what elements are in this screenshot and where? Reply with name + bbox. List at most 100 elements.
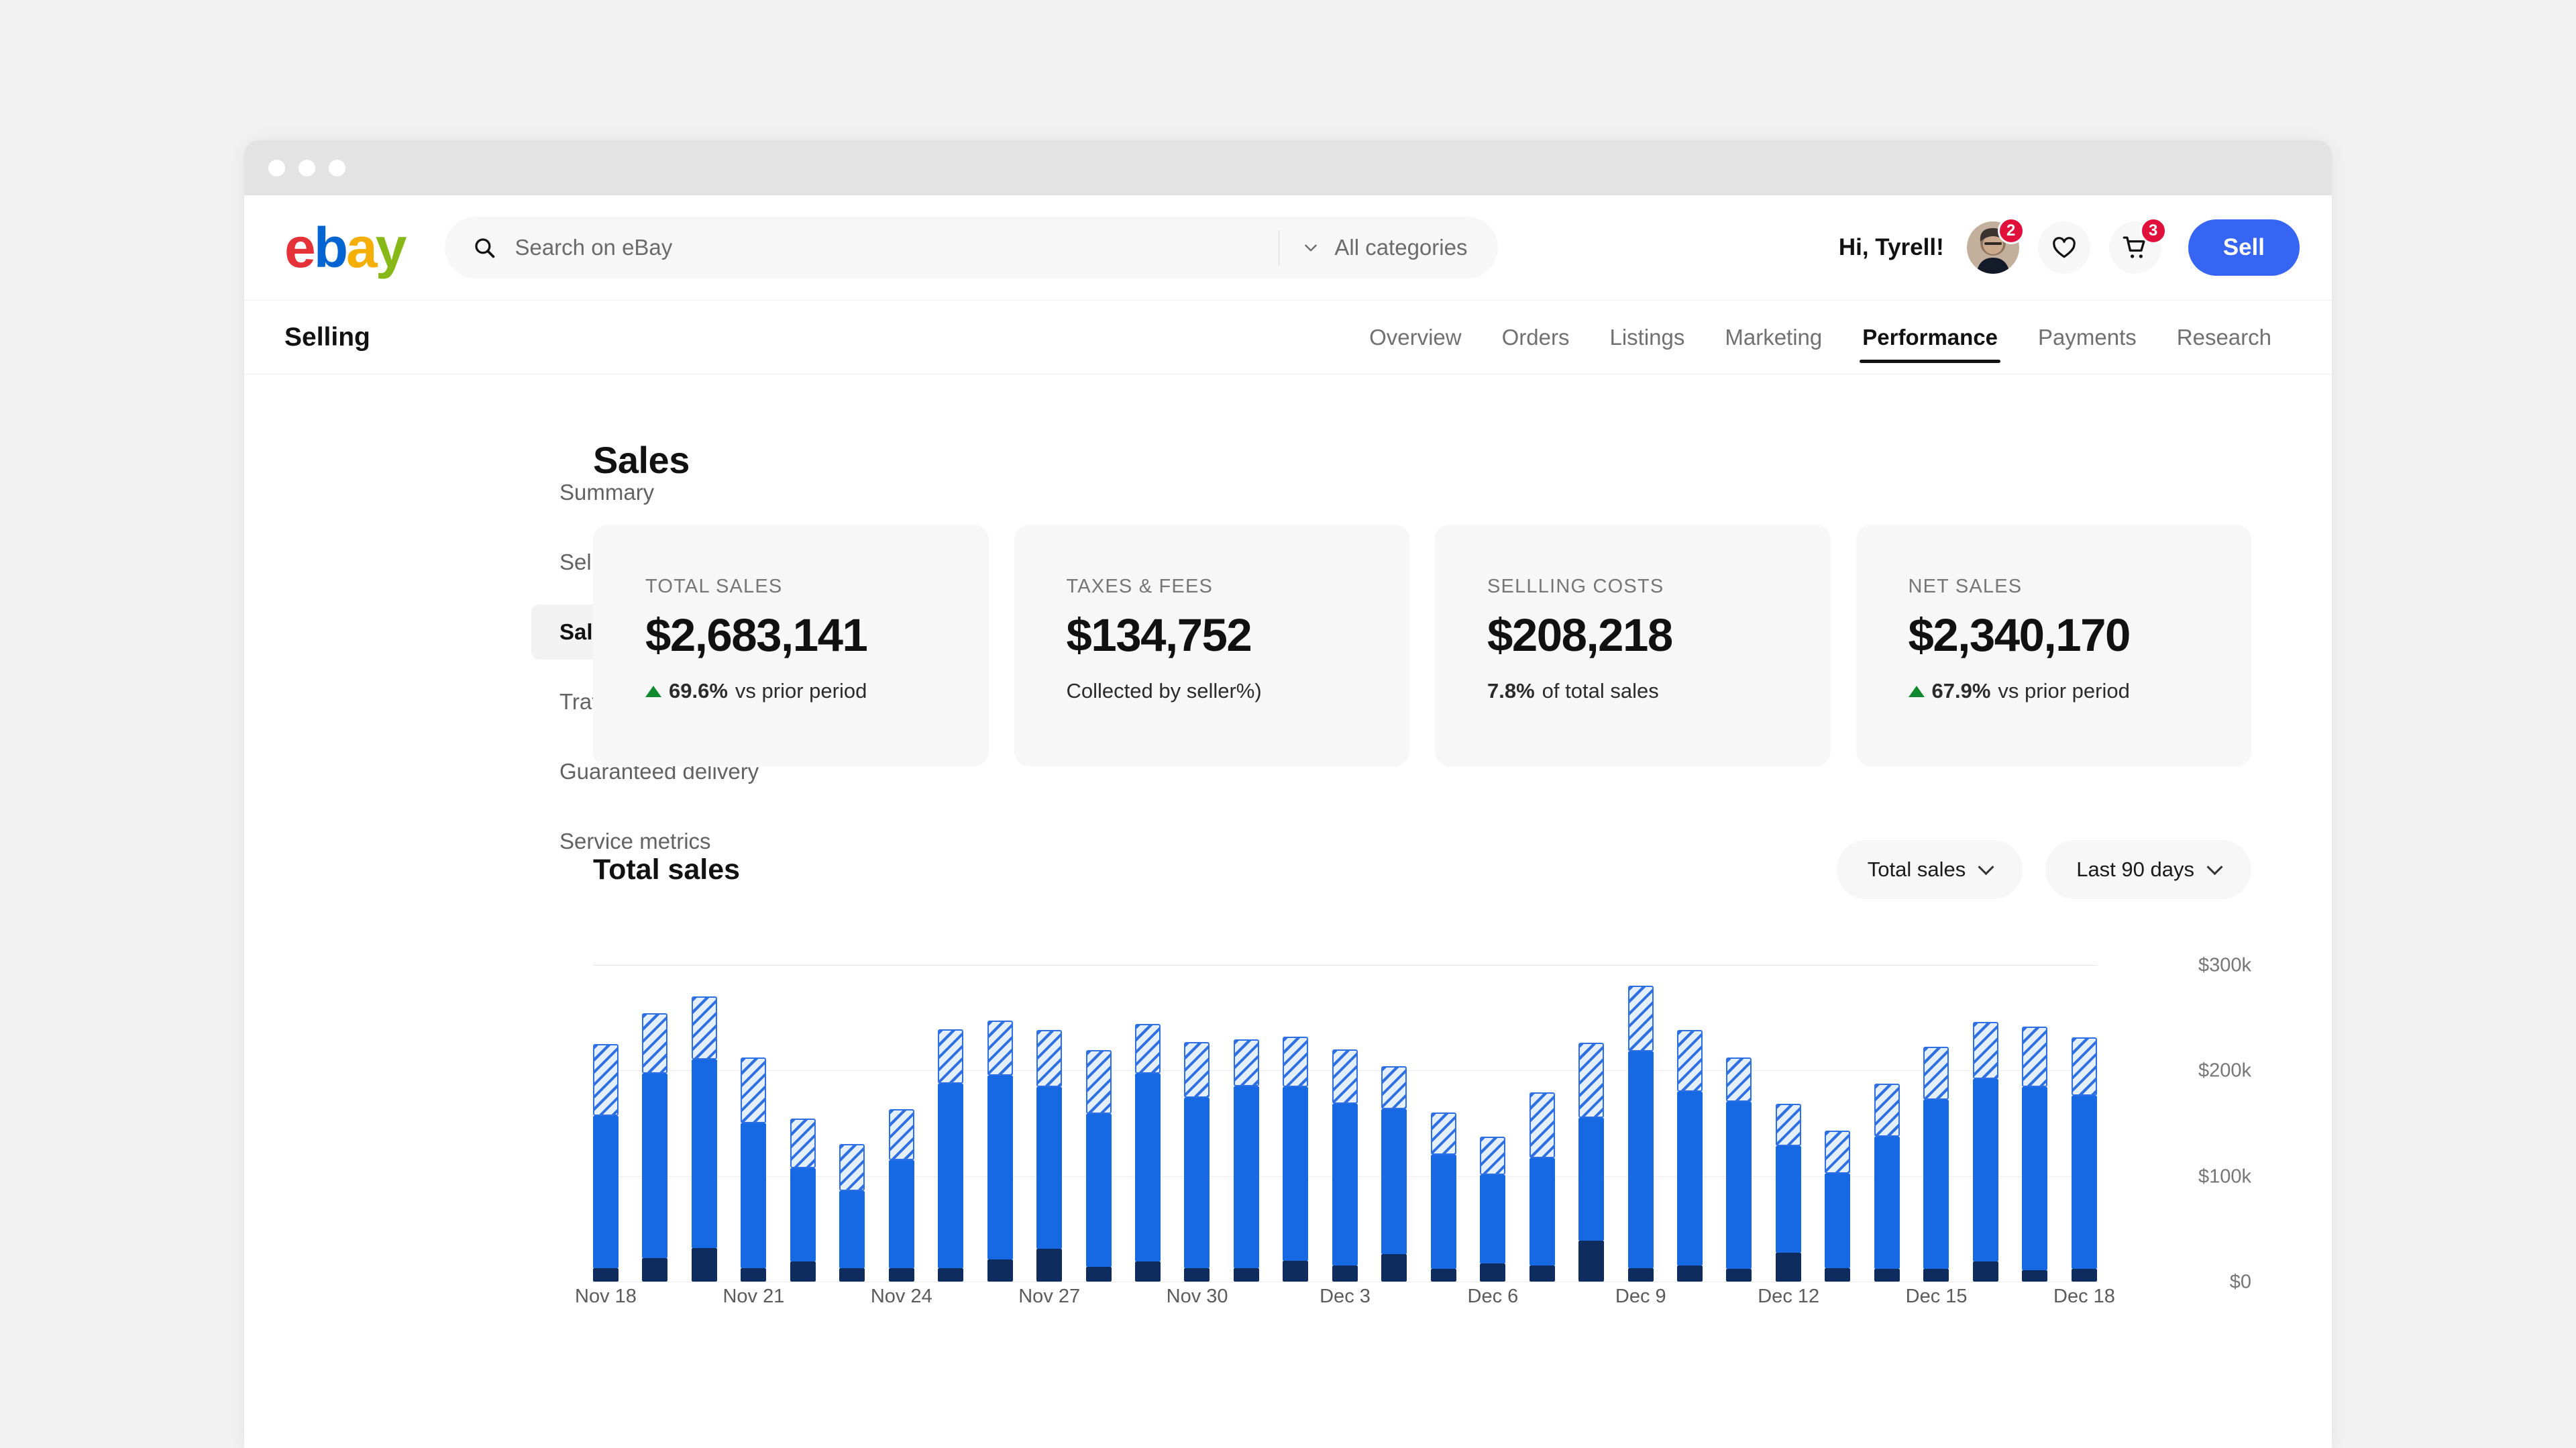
bar-segment-projected <box>1381 1066 1407 1110</box>
cart-badge: 3 <box>2140 217 2167 244</box>
chart-bar[interactable] <box>1923 1047 1949 1282</box>
bar-segment-base <box>889 1268 914 1282</box>
chart-bar[interactable] <box>1283 1037 1308 1282</box>
chart-bar[interactable] <box>642 1013 667 1282</box>
sales-bar-chart[interactable]: $0$100k$200k$300k Nov 18Nov 21Nov 24Nov … <box>593 943 2251 1319</box>
bar-segment-mid <box>1973 1079 1998 1261</box>
chart-bar[interactable] <box>2072 1037 2097 1282</box>
watchlist-button[interactable] <box>2038 221 2090 274</box>
bar-segment-mid <box>692 1059 717 1247</box>
card-total-sales[interactable]: TOTAL SALES $2,683,141 69.6% vs prior pe… <box>593 525 989 766</box>
category-dropdown[interactable]: All categories <box>1279 235 1498 260</box>
bar-segment-projected <box>790 1119 816 1168</box>
bar-segment-base <box>1086 1267 1112 1282</box>
tab-payments[interactable]: Payments <box>2018 301 2157 374</box>
chart-bar[interactable] <box>1825 1131 1850 1282</box>
chart-bar[interactable] <box>1431 1113 1456 1282</box>
chart-bar[interactable] <box>1086 1050 1112 1282</box>
tab-research[interactable]: Research <box>2157 301 2292 374</box>
x-axis-label: Dec 12 <box>1758 1286 1819 1308</box>
card-value: $134,752 <box>1067 609 1410 662</box>
sell-button[interactable]: Sell <box>2188 219 2300 276</box>
window-close-button[interactable] <box>268 160 285 176</box>
chart-bar[interactable] <box>790 1119 816 1282</box>
category-label: All categories <box>1334 235 1467 260</box>
date-range-dropdown[interactable]: Last 90 days <box>2045 840 2251 899</box>
window-minimize-button[interactable] <box>299 160 315 176</box>
bar-segment-mid <box>1677 1092 1703 1266</box>
chart-bar[interactable] <box>1480 1137 1505 1282</box>
chart-bar[interactable] <box>1135 1024 1161 1282</box>
bar-segment-mid <box>1628 1051 1654 1268</box>
ebay-logo[interactable]: e b a y <box>284 215 405 280</box>
tab-orders[interactable]: Orders <box>1482 301 1590 374</box>
y-axis-label: $0 <box>2230 1272 2251 1294</box>
bar-segment-base <box>1234 1268 1259 1282</box>
bar-segment-mid <box>1923 1100 1949 1269</box>
chart-bar[interactable] <box>1973 1022 1998 1282</box>
x-axis-label: Dec 9 <box>1615 1286 1666 1308</box>
chart-bar[interactable] <box>1628 986 1654 1282</box>
chart-bar[interactable] <box>593 1044 619 1282</box>
card-label: NET SALES <box>1909 576 2252 598</box>
bar-segment-base <box>790 1261 816 1282</box>
card-taxes-fees[interactable]: TAXES & FEES $134,752 Collected by selle… <box>1014 525 1410 766</box>
chart-bar[interactable] <box>1726 1057 1752 1282</box>
chart-bar[interactable] <box>1529 1092 1555 1282</box>
date-range-label: Last 90 days <box>2076 858 2194 882</box>
bar-segment-base <box>1431 1269 1456 1282</box>
bar-segment-projected <box>1184 1042 1210 1098</box>
chart-bar[interactable] <box>741 1057 766 1282</box>
bar-segment-projected <box>1776 1104 1801 1146</box>
bar-segment-mid <box>1381 1109 1407 1254</box>
card-selling-costs[interactable]: SELLLING COSTS $208,218 7.8% of total sa… <box>1435 525 1831 766</box>
chart-bar[interactable] <box>1776 1104 1801 1282</box>
chart-bar[interactable] <box>1874 1084 1900 1282</box>
chart-bar[interactable] <box>1381 1066 1407 1282</box>
card-subtext: 7.8% of total sales <box>1487 679 1831 703</box>
logo-letter-b: b <box>314 215 346 280</box>
chart-bar[interactable] <box>839 1144 865 1282</box>
bar-segment-base <box>1283 1261 1308 1282</box>
bar-segment-base <box>593 1268 619 1282</box>
bar-segment-projected <box>642 1013 667 1074</box>
chart-bar[interactable] <box>1578 1043 1604 1282</box>
bar-segment-projected <box>1529 1092 1555 1158</box>
window-zoom-button[interactable] <box>329 160 345 176</box>
chart-bar[interactable] <box>889 1109 914 1282</box>
search-input[interactable]: Search on eBay <box>445 235 1279 260</box>
logo-letter-y: y <box>376 215 405 280</box>
bar-segment-projected <box>2072 1037 2097 1096</box>
bar-segment-projected <box>1874 1084 1900 1137</box>
bar-segment-base <box>1184 1268 1210 1282</box>
avatar[interactable]: 2 <box>1967 221 2019 274</box>
card-value: $2,340,170 <box>1909 609 2252 662</box>
chart-bar[interactable] <box>1332 1049 1358 1282</box>
chart-bar[interactable] <box>2022 1027 2047 1282</box>
chart-bar[interactable] <box>1036 1030 1062 1282</box>
x-axis-label: Dec 6 <box>1468 1286 1519 1308</box>
chart-bar[interactable] <box>1234 1039 1259 1282</box>
chart-bar[interactable] <box>692 996 717 1282</box>
card-label: SELLLING COSTS <box>1487 576 1831 598</box>
bar-segment-projected <box>1677 1030 1703 1091</box>
card-subtext: 67.9% vs prior period <box>1909 679 2252 703</box>
card-net-sales[interactable]: NET SALES $2,340,170 67.9% vs prior peri… <box>1856 525 2252 766</box>
tab-performance[interactable]: Performance <box>1842 301 2018 374</box>
chart-bar[interactable] <box>938 1029 963 1282</box>
tab-listings[interactable]: Listings <box>1589 301 1705 374</box>
chart-bar[interactable] <box>987 1021 1013 1282</box>
bar-segment-projected <box>1480 1137 1505 1175</box>
bar-segment-base <box>1973 1261 1998 1282</box>
metric-dropdown[interactable]: Total sales <box>1837 840 2023 899</box>
bar-segment-projected <box>1283 1037 1308 1088</box>
chart-bar[interactable] <box>1677 1030 1703 1282</box>
bar-segment-mid <box>1874 1137 1900 1269</box>
y-axis-label: $300k <box>2198 954 2251 976</box>
cart-button[interactable]: 3 <box>2109 221 2161 274</box>
tab-marketing[interactable]: Marketing <box>1705 301 1842 374</box>
chart-bar[interactable] <box>1184 1042 1210 1282</box>
sidebar: Summary Seller level Sales Traffic Guara… <box>244 374 593 1319</box>
bar-segment-projected <box>1086 1050 1112 1114</box>
tab-overview[interactable]: Overview <box>1349 301 1482 374</box>
